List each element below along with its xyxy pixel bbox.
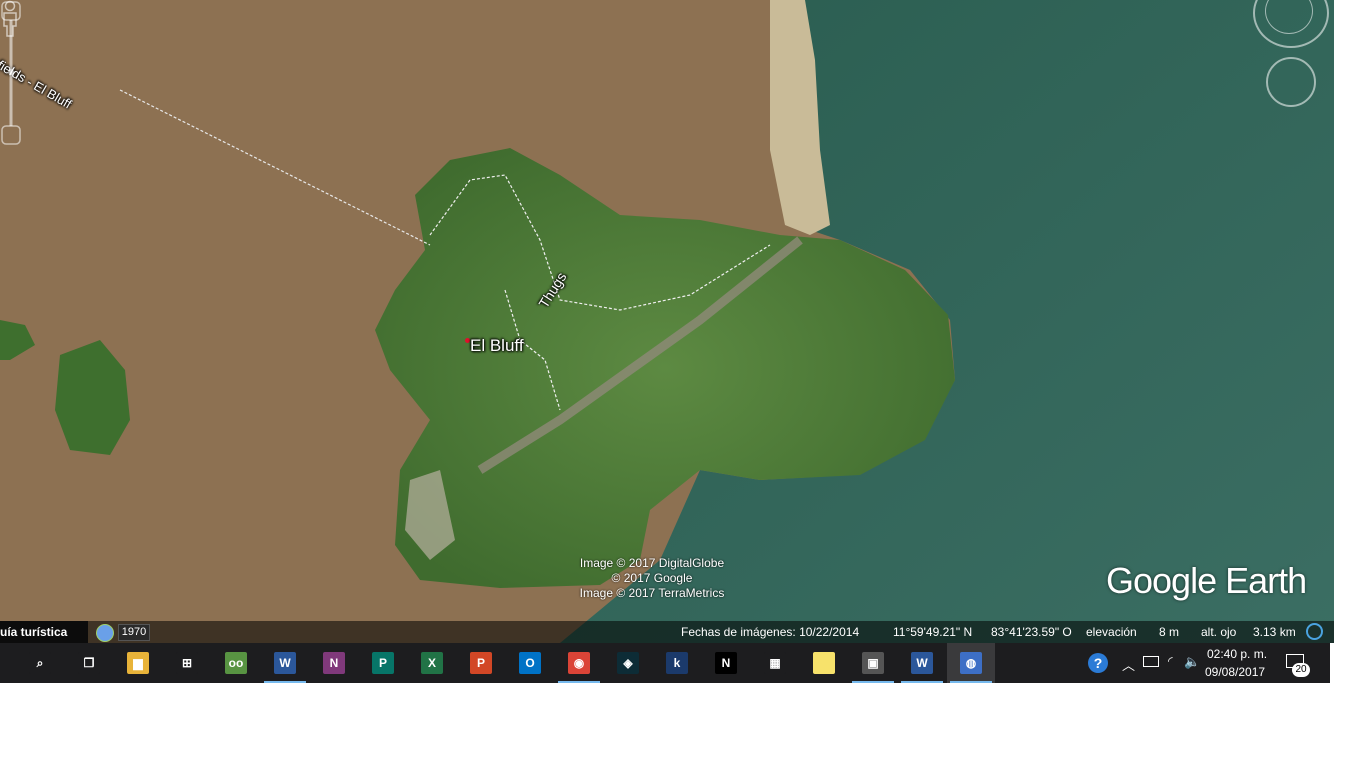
google-earth-icon: ◍: [960, 652, 982, 674]
outlook-taskbar-button[interactable]: O: [506, 643, 554, 683]
netflix-taskbar-button[interactable]: N: [702, 643, 750, 683]
file-explorer-taskbar-button[interactable]: ▆: [114, 643, 162, 683]
kindle-icon: k: [666, 652, 688, 674]
running-indicator: [901, 681, 943, 683]
elevation-label: elevación: [1086, 625, 1137, 639]
credit-line: © 2017 Google: [611, 571, 693, 585]
move-control[interactable]: [1266, 57, 1316, 107]
logo-google: Google: [1106, 560, 1217, 601]
onenote-taskbar-button[interactable]: N: [310, 643, 358, 683]
running-indicator: [558, 681, 600, 683]
wifi-icon[interactable]: ◜: [1168, 654, 1173, 668]
word-icon: W: [274, 652, 296, 674]
taskbar: ⌕ ❐ ▆ ⊞ oo W N P X P O ◉ ◈ k N ▦ ▣ W ◍ ? ︿ ◜ 🔈 02:40 p. m.…: [0, 643, 1330, 683]
streaming-status-icon: [1306, 623, 1323, 640]
calculator-icon: ▦: [764, 652, 786, 674]
volume-icon[interactable]: 🔈: [1184, 654, 1200, 670]
longitude: 83°41'23.59" O: [991, 625, 1072, 639]
onenote-icon: N: [323, 652, 345, 674]
status-bar: Fechas de imágenes: 10/22/2014 11°59'49.…: [0, 621, 1334, 643]
credit-line: Image © 2017 TerraMetrics: [579, 586, 725, 600]
latitude: 11°59'49.21" N: [893, 625, 973, 639]
chevron-up-icon[interactable]: ︿: [1122, 655, 1135, 674]
store-icon: ⊞: [176, 652, 198, 674]
credit-line: Image © 2017 DigitalGlobe: [579, 556, 725, 570]
file-explorer-icon: ▆: [127, 652, 149, 674]
clock-time[interactable]: 02:40 p. m.: [1207, 647, 1267, 661]
clock-date[interactable]: 09/08/2017: [1205, 665, 1265, 679]
word-doc-taskbar-button[interactable]: W: [898, 643, 946, 683]
publisher-taskbar-button[interactable]: P: [359, 643, 407, 683]
help-icon[interactable]: ?: [1088, 653, 1108, 673]
publisher-icon: P: [372, 652, 394, 674]
photo-app-taskbar-button[interactable]: ▣: [849, 643, 897, 683]
running-indicator: [852, 681, 894, 683]
sticky-notes-taskbar-button[interactable]: [800, 643, 848, 683]
search-icon: ⌕: [29, 652, 51, 674]
running-indicator: [950, 681, 992, 683]
tour-guide-tab[interactable]: uía turística: [0, 621, 88, 643]
zoom-slider[interactable]: [0, 0, 22, 146]
historical-imagery-button[interactable]: 1970: [94, 623, 154, 642]
google-earth-logo: Google Earth: [1106, 560, 1307, 602]
satellite-imagery: [0, 0, 1334, 643]
google-earth-taskbar-button[interactable]: ◍: [947, 643, 995, 683]
word-doc-icon: W: [911, 652, 933, 674]
kindle-app-icon: ◈: [617, 652, 639, 674]
notification-count: 20: [1292, 663, 1310, 677]
logo-earth: Earth: [1225, 560, 1307, 601]
chrome-icon: ◉: [568, 652, 590, 674]
imagery-date: Fechas de imágenes: 10/22/2014: [681, 625, 860, 639]
photo-app-icon: ▣: [862, 652, 884, 674]
netflix-icon: N: [715, 652, 737, 674]
eye-altitude-label: alt. ojo: [1201, 625, 1237, 639]
excel-icon: X: [421, 652, 443, 674]
system-tray: ? ︿ ◜ 🔈 02:40 p. m. 09/08/2017 20: [1080, 643, 1330, 683]
task-view-icon: ❐: [78, 652, 100, 674]
store-taskbar-button[interactable]: ⊞: [163, 643, 211, 683]
map-viewport[interactable]: uefields - El Bluff Thugs El Bluff Image…: [0, 0, 1334, 643]
tripadvisor-taskbar-button[interactable]: oo: [212, 643, 260, 683]
eye-altitude-value: 3.13 km: [1253, 625, 1296, 639]
battery-icon[interactable]: [1143, 656, 1159, 667]
imagery-credits: Image © 2017 DigitalGlobe © 2017 Google …: [572, 556, 732, 601]
historical-year: 1970: [118, 624, 150, 641]
chrome-taskbar-button[interactable]: ◉: [555, 643, 603, 683]
task-view-taskbar-button[interactable]: ❐: [65, 643, 113, 683]
calculator-taskbar-button[interactable]: ▦: [751, 643, 799, 683]
kindle-taskbar-button[interactable]: k: [653, 643, 701, 683]
word-taskbar-button[interactable]: W: [261, 643, 309, 683]
sticky-notes-icon: [813, 652, 835, 674]
powerpoint-icon: P: [470, 652, 492, 674]
outlook-icon: O: [519, 652, 541, 674]
running-indicator: [264, 681, 306, 683]
search-taskbar-button[interactable]: ⌕: [16, 643, 64, 683]
tripadvisor-icon: oo: [225, 652, 247, 674]
kindle-app-taskbar-button[interactable]: ◈: [604, 643, 652, 683]
place-label[interactable]: El Bluff: [470, 336, 524, 356]
powerpoint-taskbar-button[interactable]: P: [457, 643, 505, 683]
elevation-value: 8 m: [1159, 625, 1180, 639]
excel-taskbar-button[interactable]: X: [408, 643, 456, 683]
clock-globe-icon: [96, 624, 114, 642]
